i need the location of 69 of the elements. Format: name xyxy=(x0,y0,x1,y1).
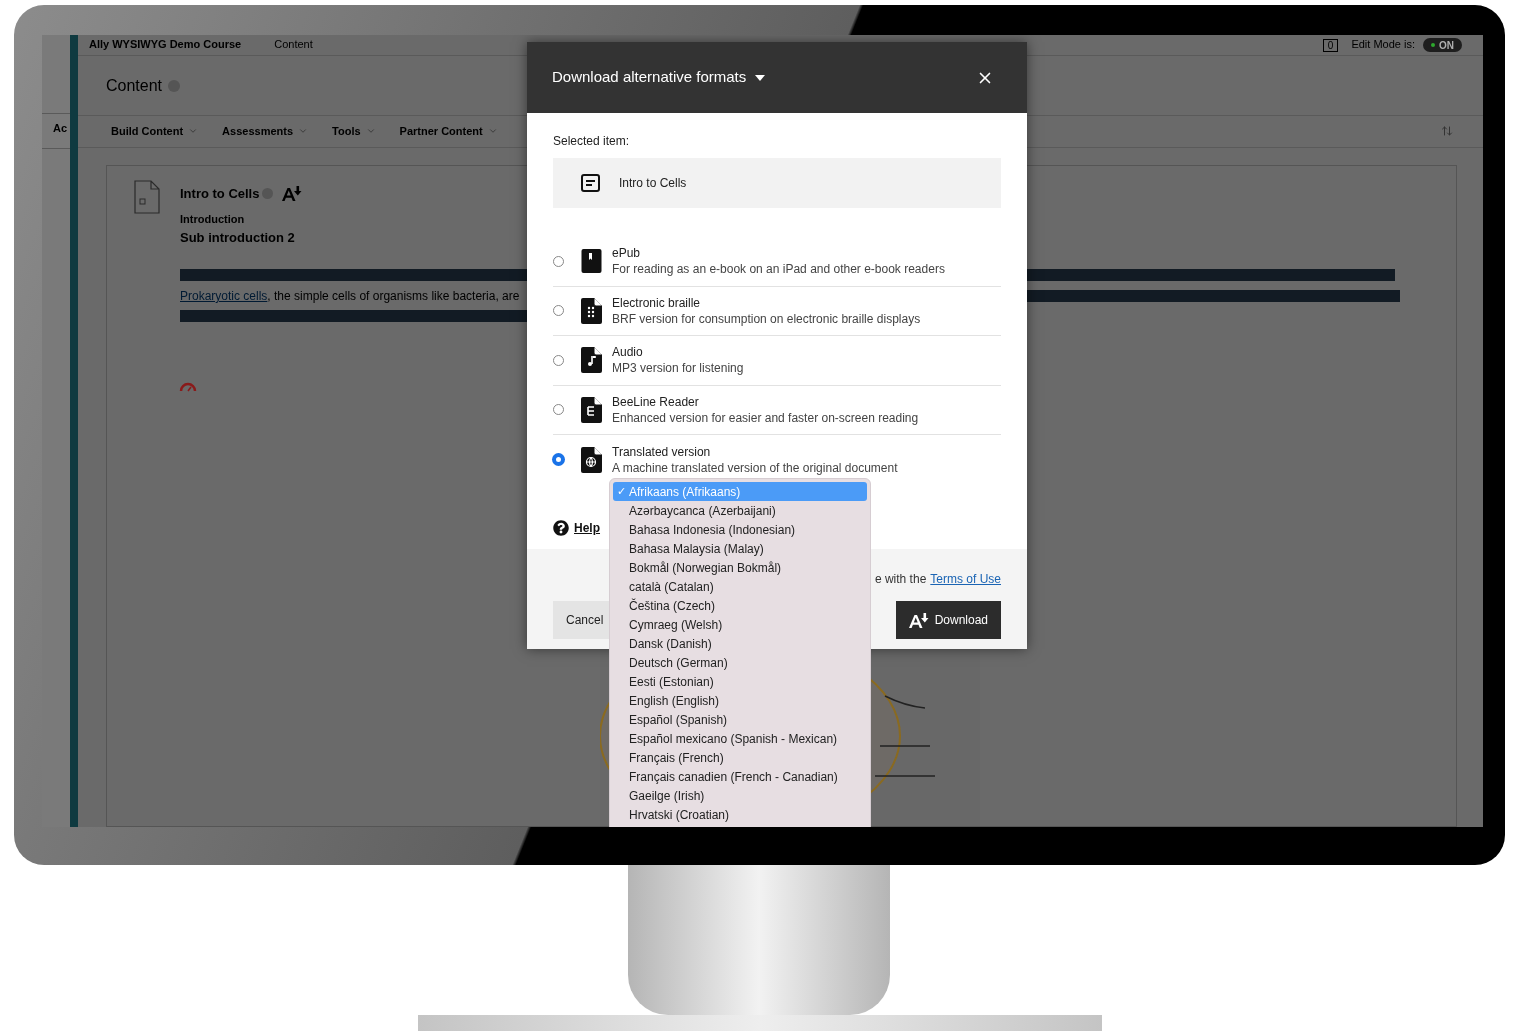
music-file-icon xyxy=(581,347,602,374)
terms-link[interactable]: Terms of Use xyxy=(930,570,1001,588)
language-option[interactable]: Bahasa Malaysia (Malay) xyxy=(613,539,867,558)
page-title: Content xyxy=(106,75,163,96)
language-option[interactable]: Bokmål (Norwegian Bokmål) xyxy=(613,558,867,577)
font-download-icon xyxy=(282,185,303,201)
caret-icon[interactable] xyxy=(755,74,766,81)
selected-item-name: Intro to Cells xyxy=(619,175,687,192)
language-option[interactable]: English (English) xyxy=(613,691,867,710)
format-name: ePub xyxy=(612,245,642,262)
language-option[interactable]: Hrvatski (Croatian) xyxy=(613,805,867,824)
format-description: MP3 version for listening xyxy=(612,360,744,377)
radio-button[interactable] xyxy=(553,255,564,267)
format-description: A machine translated version of the original document xyxy=(612,459,898,476)
language-option[interactable]: Français (French) xyxy=(613,748,867,767)
edit-mode-toggle[interactable]: ON xyxy=(1423,38,1462,53)
book-icon xyxy=(581,248,602,275)
format-option[interactable]: Translated version A machine translated version of the original document xyxy=(553,435,1001,485)
format-name: Electronic braille xyxy=(612,294,702,311)
format-option[interactable]: Electronic braille BRF version for consumption on electronic braille displays xyxy=(553,286,1001,336)
menu-item[interactable]: Assessments xyxy=(222,123,309,140)
paragraph-text: Prokaryotic cells, the simple cells of organisms like bacteria, are xyxy=(180,288,520,305)
language-option[interactable]: Deutsch (German) xyxy=(613,653,867,672)
item-heading: Introduction xyxy=(180,212,246,227)
format-description: BRF version for consumption on electronic braille displays xyxy=(612,310,921,327)
side-tab-label: Ac xyxy=(53,121,68,137)
help-icon xyxy=(553,519,569,536)
breadcrumb-link[interactable]: Content xyxy=(274,35,313,53)
terms-text: e with the xyxy=(874,571,927,588)
document-icon xyxy=(581,174,600,192)
language-option[interactable]: Gaeilge (Irish) xyxy=(613,786,867,805)
globe-file-icon xyxy=(581,446,602,473)
braille-file-icon xyxy=(581,297,602,324)
radio-button[interactable] xyxy=(553,354,564,366)
font-download-icon xyxy=(908,612,929,628)
menu-item[interactable]: Build Content xyxy=(111,123,199,140)
format-option[interactable]: Audio MP3 version for listening xyxy=(553,336,1001,386)
format-name: BeeLine Reader xyxy=(612,393,700,410)
language-option[interactable]: Bahasa Indonesia (Indonesian) xyxy=(613,520,867,539)
format-description: Enhanced version for easier and faster on-screen reading xyxy=(612,409,919,426)
selected-item-label: Selected item: xyxy=(553,133,631,150)
format-name: Audio xyxy=(612,344,644,361)
language-option[interactable]: Español mexicano (Spanish - Mexican) xyxy=(613,729,867,748)
item-title[interactable]: Intro to Cells xyxy=(180,183,260,203)
language-option[interactable]: Español (Spanish) xyxy=(613,710,867,729)
format-option[interactable]: ePub For reading as an e-book on an iPad and other e-book readers xyxy=(553,237,1001,287)
file-icon xyxy=(581,396,602,423)
edit-mode-label: Edit Mode is: xyxy=(1351,36,1415,52)
format-option[interactable]: BeeLine Reader Enhanced version for easier and faster on-screen reading xyxy=(553,385,1001,435)
gauge-icon xyxy=(179,382,197,392)
menu-item[interactable]: Tools xyxy=(332,123,376,140)
format-name: Translated version xyxy=(612,443,712,460)
language-option[interactable]: Azərbaycanca (Azerbaijani) xyxy=(613,501,867,520)
dialog-title: Download alternative formats xyxy=(552,67,747,88)
notification-count[interactable]: 0 xyxy=(1322,39,1339,53)
sort-icon[interactable] xyxy=(1441,125,1453,138)
download-button[interactable]: Download xyxy=(895,601,1001,639)
format-description: For reading as an e-book on an iPad and other e-book readers xyxy=(612,261,945,278)
language-option[interactable]: Eesti (Estonian) xyxy=(613,672,867,691)
help-link[interactable]: Help xyxy=(574,518,600,537)
language-option[interactable]: català (Catalan) xyxy=(613,577,867,596)
radio-button[interactable] xyxy=(553,454,564,466)
language-option[interactable]: Français canadien (French - Canadian) xyxy=(613,767,867,786)
radio-button[interactable] xyxy=(553,305,564,317)
item-subheading: Sub introduction 2 xyxy=(180,228,296,247)
menu-item[interactable]: Partner Content xyxy=(399,123,498,140)
document-outline-icon xyxy=(134,179,160,214)
radio-button[interactable] xyxy=(553,404,564,416)
course-title: Ally WYSIWYG Demo Course xyxy=(89,36,242,52)
